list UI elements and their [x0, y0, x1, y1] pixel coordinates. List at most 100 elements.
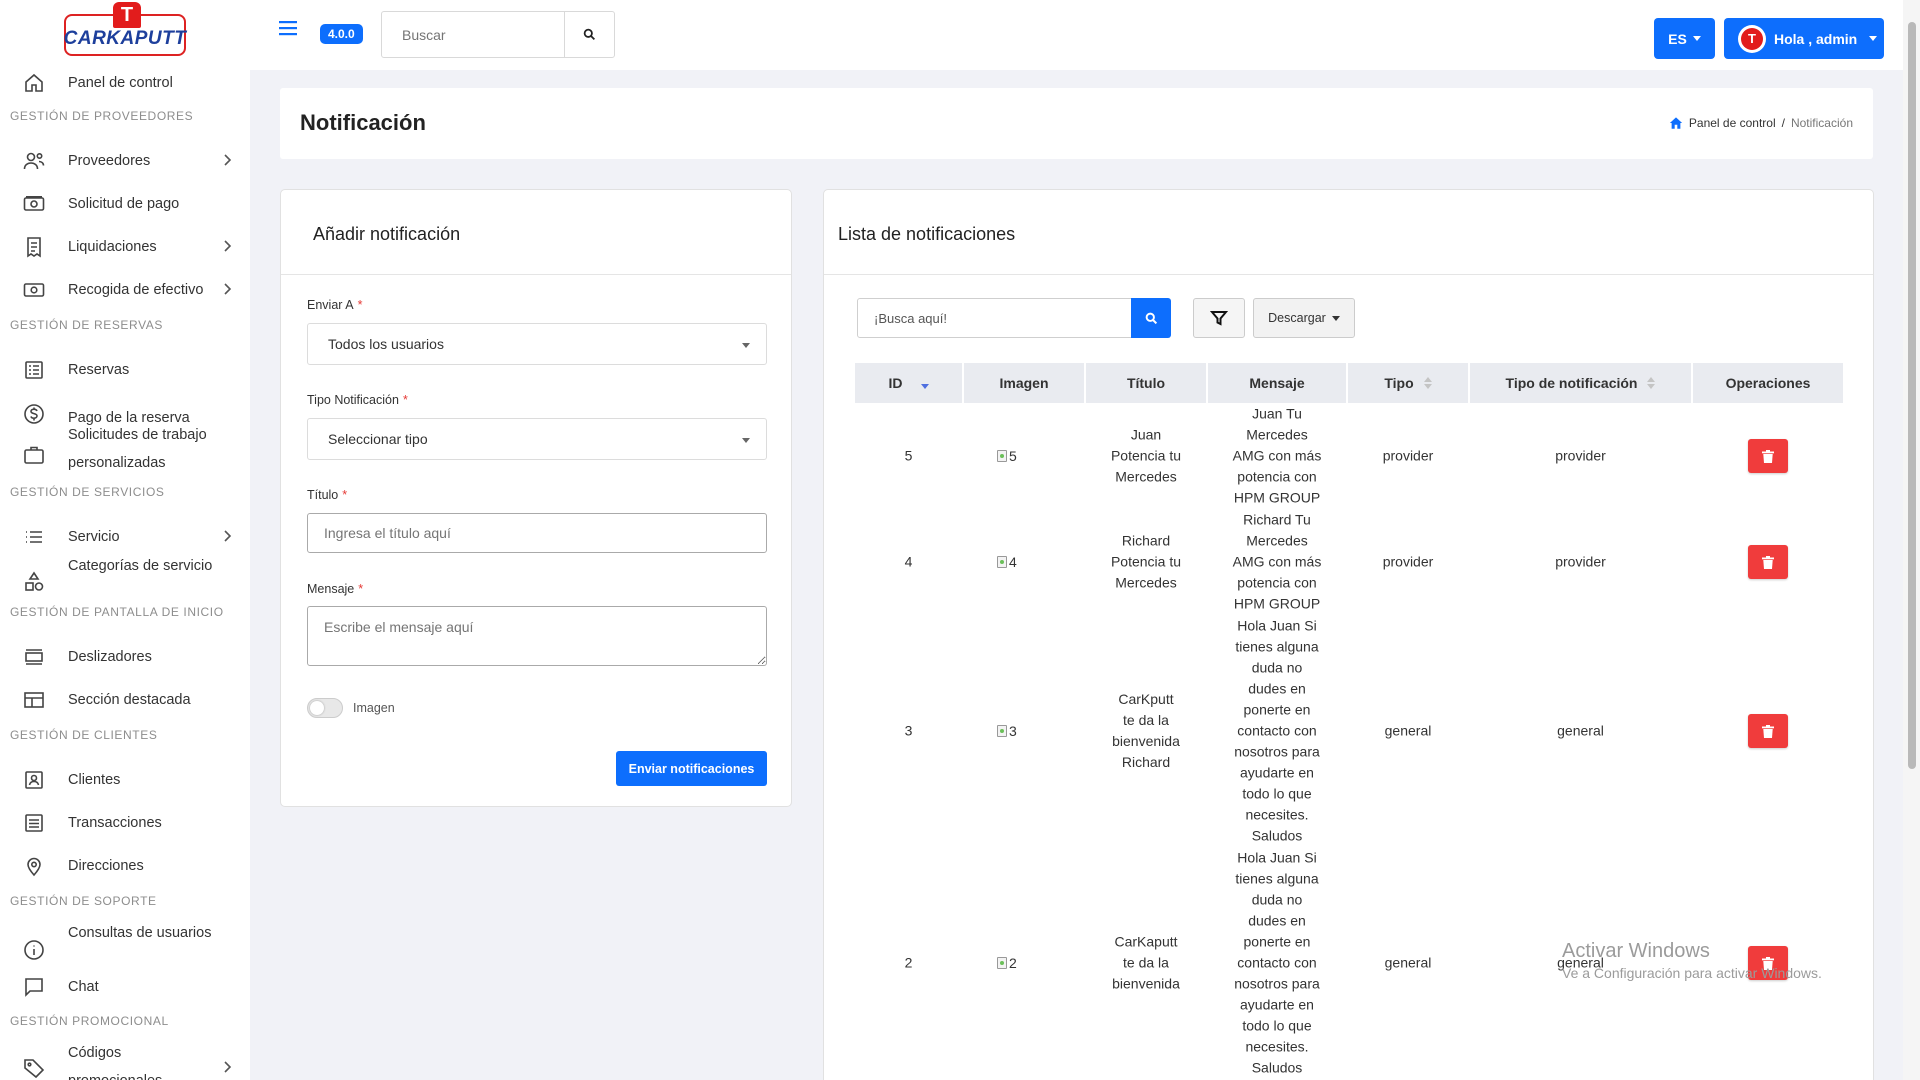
sidebar-item-reservas[interactable]: Reservas	[0, 348, 250, 391]
chevron-right-icon	[224, 1061, 232, 1073]
cell-type: general	[1384, 722, 1432, 739]
watermark-title: Activar Windows	[1562, 940, 1710, 962]
dollar-icon	[24, 403, 44, 424]
cell-id: 3	[904, 722, 913, 739]
cell-id: 2	[904, 954, 913, 971]
sidebar-item-label: Sección destacada	[68, 691, 191, 708]
broken-image-icon	[997, 957, 1007, 969]
column-label: Imagen	[999, 375, 1049, 391]
section-reservas: GESTIÓN DE RESERVAS	[10, 318, 163, 332]
required-mark: *	[402, 393, 408, 407]
message-label: Mensaje *	[307, 582, 363, 596]
language-label: ES	[1668, 30, 1687, 47]
sidebar-item-transacciones[interactable]: Transacciones	[0, 801, 250, 844]
image-toggle[interactable]	[307, 698, 343, 718]
trash-icon	[1762, 449, 1774, 463]
cell-type: general	[1384, 954, 1432, 971]
list-search-button[interactable]	[1131, 298, 1171, 338]
cell-image: 4	[997, 554, 1017, 570]
cell-notification-type: general	[1557, 722, 1604, 739]
delete-button[interactable]	[1748, 545, 1788, 579]
receipt-icon	[27, 236, 41, 257]
sidebar-item-direcciones[interactable]: Direcciones	[0, 844, 250, 887]
user-greeting: Hola , admin	[1774, 30, 1858, 47]
sidebar-item-deslizadores[interactable]: Deslizadores	[0, 635, 250, 678]
divider	[824, 274, 1873, 275]
sidebar-item-solicitudes[interactable]: Solicitudes de trabajo personalizadas	[0, 423, 250, 483]
column-header-type[interactable]: Tipo	[1348, 363, 1468, 403]
sidebar-item-label: Direcciones	[68, 857, 144, 874]
brand-logo[interactable]: T CARKAPUTT	[0, 0, 250, 62]
info-icon	[24, 940, 44, 960]
broken-image-icon	[997, 450, 1007, 462]
delete-button[interactable]	[1748, 714, 1788, 748]
sidebar-item-clientes[interactable]: Clientes	[0, 758, 250, 801]
sidebar-item-label: Consultas de usuarios	[68, 925, 212, 941]
sidebar-item-seccion-destacada[interactable]: Sección destacada	[0, 678, 250, 721]
cell-message: Richard Tu Mercedes AMG con más potencia…	[1232, 511, 1322, 612]
slider-icon	[25, 648, 43, 665]
column-header-notif-type[interactable]: Tipo de notificación	[1470, 363, 1691, 403]
filter-icon	[1210, 311, 1228, 326]
list-icon	[25, 360, 43, 379]
search-input[interactable]	[382, 12, 564, 57]
title-input[interactable]	[307, 513, 767, 553]
sidebar-item-proveedores[interactable]: Proveedores	[0, 139, 250, 182]
version-badge: 4.0.0	[320, 24, 363, 44]
list-search-placeholder: ¡Busca aquí!	[874, 310, 947, 326]
language-dropdown[interactable]: ES	[1654, 18, 1715, 59]
sidebar-item-categorias[interactable]: Categorías de servicio	[0, 552, 250, 610]
global-search	[381, 11, 615, 58]
cell-type: provider	[1382, 553, 1434, 570]
sidebar: T CARKAPUTT Panel de control GESTIÓN DE …	[0, 0, 250, 1080]
sidebar-item-label: Proveedores	[68, 152, 151, 169]
list-search-input[interactable]: ¡Busca aquí!	[857, 298, 1132, 338]
sidebar-item-label: Reservas	[68, 361, 130, 378]
breadcrumb-home[interactable]: Panel de control	[1689, 116, 1776, 130]
type-select[interactable]: Seleccionar tipo	[307, 418, 767, 460]
section-pantalla: GESTIÓN DE PANTALLA DE INICIO	[10, 605, 224, 619]
message-textarea[interactable]	[307, 606, 767, 666]
column-header-title: Título	[1086, 363, 1206, 403]
trash-icon	[1762, 724, 1774, 738]
broken-image-icon	[997, 725, 1007, 737]
image-alt-text: 2	[1009, 955, 1017, 971]
column-header-message: Mensaje	[1208, 363, 1346, 403]
send-to-label: Enviar A *	[307, 298, 362, 312]
sidebar-item-recogida[interactable]: Recogida de efectivo	[0, 268, 250, 311]
search-button[interactable]	[564, 12, 614, 57]
cell-title: CarKputt te da la bienvenida Richard	[1112, 691, 1180, 770]
cell-type: provider	[1382, 447, 1434, 464]
delete-button[interactable]	[1748, 439, 1788, 473]
cell-image: 2	[997, 955, 1017, 971]
user-menu-dropdown[interactable]: T Hola , admin	[1724, 18, 1884, 59]
chevron-right-icon	[224, 240, 232, 252]
sidebar-item-chat[interactable]: Chat	[0, 965, 250, 1008]
sidebar-item-codigos[interactable]: Códigos promocionales	[0, 1038, 250, 1080]
column-label: Tipo de notificación	[1505, 375, 1638, 391]
sidebar-item-label: Liquidaciones	[68, 238, 157, 255]
layout-icon	[24, 691, 44, 708]
page-header: Notificación Panel de control / Notifica…	[280, 88, 1873, 159]
send-to-select[interactable]: Todos los usuarios	[307, 323, 767, 365]
sidebar-item-liquidaciones[interactable]: Liquidaciones	[0, 225, 250, 268]
users-icon	[23, 152, 45, 169]
sidebar-item-label: Solicitud de pago	[68, 195, 180, 212]
scrollbar-thumb[interactable]	[1908, 22, 1916, 769]
hamburger-menu-icon[interactable]	[279, 20, 297, 36]
filter-button[interactable]	[1193, 298, 1245, 338]
title-label-text: Título	[307, 488, 339, 502]
sidebar-item-panel[interactable]: Panel de control	[0, 61, 250, 104]
money-icon	[23, 195, 45, 211]
sidebar-item-label: Solicitudes de trabajo personalizadas	[68, 427, 207, 471]
column-header-id[interactable]: ID	[855, 363, 962, 403]
logo-letter: T	[113, 2, 141, 28]
download-dropdown[interactable]: Descargar	[1253, 298, 1355, 338]
cell-notification-type: provider	[1555, 553, 1606, 570]
map-pin-icon	[27, 857, 41, 876]
type-label: Tipo Notificación *	[307, 393, 408, 407]
chevron-right-icon	[224, 530, 232, 542]
search-icon	[1145, 312, 1157, 324]
send-notifications-button[interactable]: Enviar notificaciones	[616, 751, 767, 786]
sidebar-item-solicitud-pago[interactable]: Solicitud de pago	[0, 182, 250, 225]
